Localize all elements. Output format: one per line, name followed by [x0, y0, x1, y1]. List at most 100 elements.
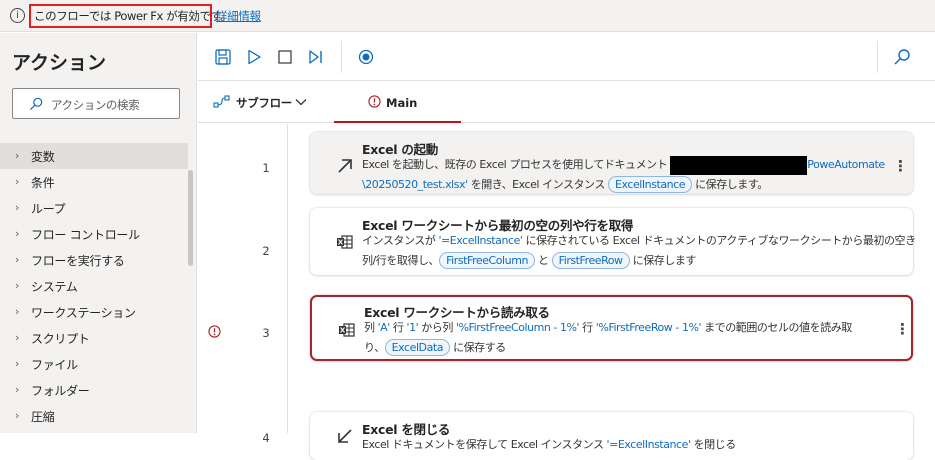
toolbar-divider — [341, 41, 342, 73]
action-description: Excel を起動し、既存の Excel プロセスを使用してドキュメント Pow… — [362, 155, 885, 175]
category-scripts[interactable]: › スクリプト — [0, 325, 197, 351]
category-conditions[interactable]: › 条件 — [0, 169, 197, 195]
description-text: までの範囲のセルの値を読み取 — [701, 321, 852, 334]
designer-toolbar — [198, 33, 935, 81]
variable-pill[interactable]: FirstFreeRow — [551, 252, 630, 269]
category-loops[interactable]: › ループ — [0, 195, 197, 221]
description-value: \20250520_test.xlsx' — [362, 178, 468, 191]
category-run-flow[interactable]: › フローを実行する — [0, 247, 197, 273]
category-system[interactable]: › システム — [0, 273, 197, 299]
description-text: に保存します — [629, 254, 697, 267]
description-value: '=ExcelInstance' — [438, 234, 523, 247]
search-icon[interactable] — [893, 48, 911, 66]
tab-main-label: Main — [386, 96, 418, 110]
category-workstation[interactable]: › ワークステーション — [0, 299, 197, 325]
action-card-launch-excel[interactable]: Excel の起動 Excel を起動し、既存の Excel プロセスを使用して… — [310, 132, 913, 194]
description-value: '%FirstFreeColumn - 1%' — [455, 321, 580, 334]
action-card-close-excel[interactable]: Excel を閉じる Excel ドキュメントを保存して Excel インスタン… — [310, 412, 913, 460]
chevron-right-icon: › — [15, 149, 20, 162]
category-compression[interactable]: › 圧縮 — [0, 403, 197, 429]
description-value: '1' — [406, 321, 419, 334]
description-text: インスタンスが — [362, 234, 439, 247]
chevron-right-icon: › — [15, 383, 20, 396]
description-text: に保存されている Excel ドキュメントのアクティブなワークシートから最初の空… — [522, 234, 917, 247]
step-next-icon[interactable] — [307, 48, 325, 66]
actions-title: アクション — [12, 52, 107, 74]
description-text: と — [534, 254, 552, 267]
subflow-icon — [213, 95, 230, 108]
category-flow-control[interactable]: › フロー コントロール — [0, 221, 197, 247]
actions-pane: アクション アクションの検索 › 変数 › 条件 › ループ › フロー コントロール … — [0, 33, 197, 433]
variable-pill[interactable]: FirstFreeColumn — [439, 252, 535, 269]
subflows-label: サブフロー — [236, 96, 292, 110]
excel-sheet-icon — [337, 235, 353, 249]
chevron-right-icon: › — [15, 331, 20, 344]
variable-pill[interactable]: ExcelData — [384, 339, 451, 356]
action-description-2: \20250520_test.xlsx' を開き、Excel インスタンス Ex… — [362, 175, 768, 195]
description-value: 'A' — [377, 321, 391, 334]
description-value: '%FirstFreeRow - 1%' — [595, 321, 702, 334]
category-folders[interactable]: › フォルダー — [0, 377, 197, 403]
description-value: '=ExcelInstance' — [606, 438, 691, 451]
tab-main[interactable]: Main — [334, 82, 461, 123]
action-list: 1 Excel の起動 Excel を起動し、既存の Excel プロセスを使用… — [198, 124, 935, 460]
powerfx-banner: i このフローでは Power Fx が有効です。 詳細情報 — [0, 0, 935, 32]
chevron-right-icon: › — [15, 279, 20, 292]
redacted-path — [670, 155, 808, 175]
learn-more-link[interactable]: 詳細情報 — [216, 8, 261, 24]
description-text: に保存します。 — [692, 178, 768, 191]
more-options-icon[interactable]: ⋮ — [895, 320, 910, 338]
search-placeholder: アクションの検索 — [51, 98, 140, 112]
launch-arrow-icon — [338, 159, 352, 173]
save-icon[interactable] — [214, 48, 232, 66]
stop-icon[interactable] — [276, 48, 294, 66]
error-icon[interactable] — [208, 325, 221, 338]
action-description: Excel ドキュメントを保存して Excel インスタンス '=ExcelIn… — [362, 435, 736, 455]
description-text: から列 — [418, 321, 456, 334]
close-arrow-icon — [338, 429, 352, 443]
description-text: を閉じる — [690, 438, 737, 451]
chevron-right-icon: › — [15, 357, 20, 370]
more-options-icon[interactable]: ⋮ — [893, 157, 908, 175]
line-number: 3 — [262, 326, 270, 340]
action-card-get-first-free[interactable]: Excel ワークシートから最初の空の列や行を取得 インスタンスが '=Exce… — [310, 208, 916, 275]
line-number: 2 — [262, 244, 270, 258]
description-value: PoweAutomate — [807, 158, 885, 171]
chevron-right-icon: › — [15, 305, 20, 318]
action-card-read-worksheet[interactable]: Excel ワークシートから読み取る 列 'A' 行 '1' から列 '%Fir… — [310, 295, 913, 361]
description-text: り、 — [364, 341, 385, 354]
chevron-down-icon — [295, 99, 307, 106]
chevron-right-icon: › — [15, 175, 20, 188]
banner-message: このフローでは Power Fx が有効です。 — [34, 9, 232, 23]
toolbar-divider — [877, 41, 878, 73]
variable-pill[interactable]: ExcelInstance — [607, 176, 693, 193]
chevron-right-icon: › — [15, 227, 20, 240]
description-text: Excel を起動し、既存の Excel プロセスを使用してドキュメント — [362, 158, 671, 171]
action-description: 列 'A' 行 '1' から列 '%FirstFreeColumn - 1%' … — [364, 318, 852, 338]
line-number-divider — [287, 124, 288, 433]
action-description-2: 列/行を取得し、 FirstFreeColumn と FirstFreeRow に… — [362, 251, 696, 271]
action-description: インスタンスが '=ExcelInstance' に保存されている Excel … — [362, 231, 916, 251]
description-text: 列/行を取得し、 — [362, 254, 440, 267]
category-variables[interactable]: › 変数 — [0, 143, 188, 169]
action-description-2: り、 ExcelData に保存する — [364, 338, 506, 358]
category-files[interactable]: › ファイル — [0, 351, 197, 377]
subflow-tabs: サブフロー Main — [198, 82, 935, 123]
search-icon — [29, 97, 43, 111]
excel-sheet-icon — [339, 323, 355, 337]
description-text: 列 — [364, 321, 378, 334]
chevron-right-icon: › — [15, 201, 20, 214]
description-text: Excel ドキュメントを保存して Excel インスタンス — [362, 438, 607, 451]
description-text: を開き、Excel インスタンス — [467, 178, 608, 191]
line-number: 1 — [262, 161, 270, 175]
description-text: 行 — [389, 321, 407, 334]
info-icon: i — [10, 8, 25, 23]
description-text: 行 — [579, 321, 596, 334]
flow-designer: サブフロー Main 1 Excel の起動 Excel を起動し、既存の Ex… — [198, 33, 935, 460]
line-number: 4 — [262, 431, 270, 445]
actions-search-input[interactable]: アクションの検索 — [12, 88, 180, 119]
sidebar-scrollbar[interactable] — [188, 170, 193, 266]
chevron-right-icon: › — [15, 253, 20, 266]
record-icon[interactable] — [357, 48, 375, 66]
run-icon[interactable] — [245, 48, 263, 66]
